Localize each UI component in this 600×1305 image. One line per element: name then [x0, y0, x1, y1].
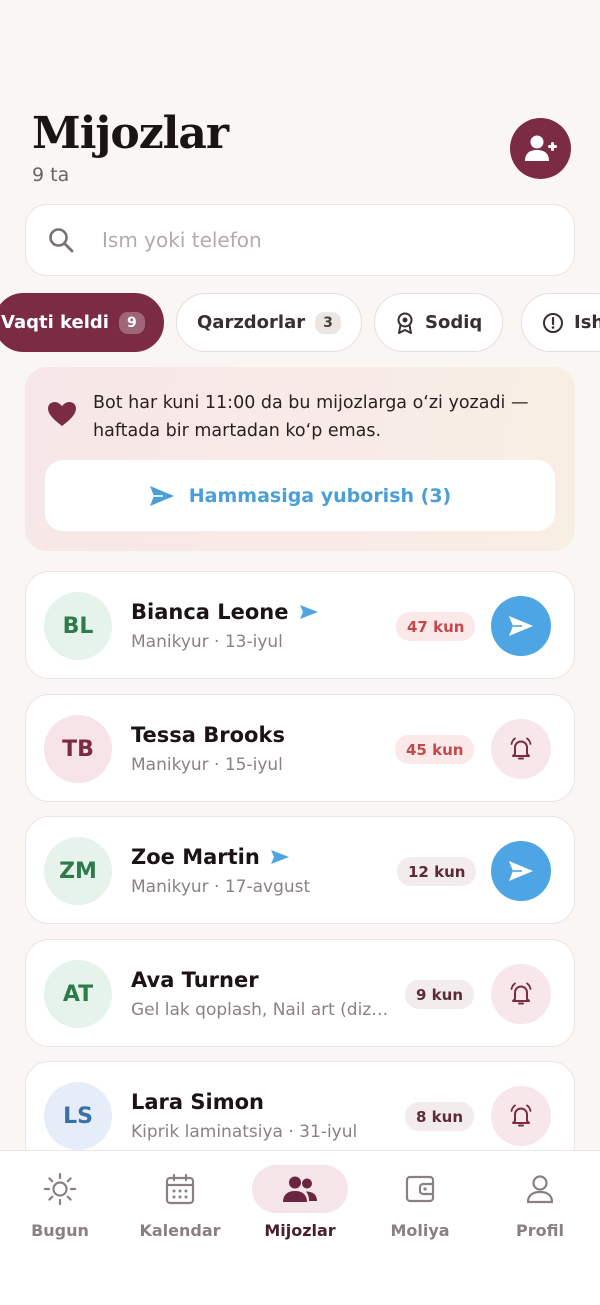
avatar: AT [44, 960, 112, 1028]
filter-chips: Vaqti keldi 9 Qarzdorlar 3 Sodiq Ish [0, 293, 600, 353]
sent-indicator-icon [270, 850, 289, 864]
client-service: Gel lak qoplash, Nail art (dizayn) · 20-… [131, 1000, 393, 1020]
bell-icon [510, 1104, 532, 1127]
wallet-icon [372, 1165, 468, 1213]
avatar: LS [44, 1082, 112, 1150]
search-icon [49, 228, 74, 253]
client-service: Manikyur · 15-iyul [131, 755, 283, 775]
client-count: 9 ta [32, 164, 70, 186]
calendar-icon [132, 1165, 228, 1213]
nav-label: Mijozlar [264, 1221, 336, 1240]
avatar: TB [44, 715, 112, 783]
chip-label: Vaqti keldi [1, 312, 109, 333]
sent-indicator-icon [299, 605, 318, 619]
chip-label: Sodiq [425, 312, 483, 333]
search-bar[interactable] [25, 204, 575, 276]
client-card[interactable]: TB Tessa Brooks Manikyur · 15-iyul 45 ku… [25, 694, 575, 802]
send-icon [149, 485, 174, 506]
client-service: Kiprik laminatsiya · 31-iyul [131, 1122, 358, 1142]
days-badge: 45 kun [395, 735, 475, 764]
page-header: Mijozlar 9 ta [32, 108, 229, 186]
page-title: Mijozlar [32, 108, 229, 159]
add-client-button[interactable] [510, 118, 571, 179]
nav-item-kalendar[interactable]: Kalendar [120, 1165, 240, 1245]
bell-icon [510, 737, 532, 760]
nav-label: Moliya [390, 1221, 450, 1240]
days-badge: 9 kun [405, 980, 474, 1009]
chip-sodiq[interactable]: Sodiq [374, 293, 504, 352]
client-card[interactable]: ZM Zoe Martin Manikyur · 17-avgust 12 ku… [25, 816, 575, 924]
send-message-button[interactable] [491, 596, 551, 656]
sun-icon [12, 1165, 108, 1213]
avatar: ZM [44, 837, 112, 905]
nav-item-bugun[interactable]: Bugun [0, 1165, 120, 1245]
alert-circle-icon [542, 312, 564, 334]
client-name: Tessa Brooks [131, 723, 285, 747]
nav-label: Kalendar [139, 1221, 221, 1240]
send-all-label: Hammasiga yuborish (3) [188, 484, 452, 507]
user-icon [492, 1165, 588, 1213]
search-input[interactable] [102, 228, 522, 252]
chip-label: Ish [574, 312, 600, 333]
bell-icon [510, 982, 532, 1005]
user-plus-icon [524, 135, 557, 161]
client-card[interactable]: AT Ava Turner Gel lak qoplash, Nail art … [25, 939, 575, 1047]
client-service: Manikyur · 17-avgust [131, 877, 311, 897]
chip-ish[interactable]: Ish [521, 293, 600, 352]
days-badge: 12 kun [397, 857, 477, 886]
nav-item-profil[interactable]: Profil [480, 1165, 600, 1245]
chip-qarzdorlar[interactable]: Qarzdorlar 3 [176, 293, 362, 352]
send-message-button[interactable] [491, 841, 551, 901]
remind-button[interactable] [491, 964, 551, 1024]
client-name: Zoe Martin [131, 845, 290, 869]
bottom-nav: Bugun Kalendar Mijozlar Moliya Profil [0, 1150, 600, 1305]
client-name-text: Lara Simon [131, 1090, 264, 1114]
client-service: Manikyur · 13-iyul [131, 632, 283, 652]
client-name-text: Bianca Leone [131, 600, 289, 624]
send-all-button[interactable]: Hammasiga yuborish (3) [45, 460, 555, 531]
send-icon [509, 861, 533, 881]
avatar: BL [44, 592, 112, 660]
remind-button[interactable] [491, 1086, 551, 1146]
client-card[interactable]: BL Bianca Leone Manikyur · 13-iyul 47 ku… [25, 571, 575, 679]
chip-badge: 3 [315, 311, 341, 334]
client-name: Lara Simon [131, 1090, 264, 1114]
client-name-text: Ava Turner [131, 968, 259, 992]
chip-badge: 9 [118, 311, 145, 334]
nav-label: Profil [516, 1221, 564, 1240]
send-icon [509, 616, 533, 636]
remind-button[interactable] [491, 719, 551, 779]
client-name-text: Zoe Martin [131, 845, 260, 869]
client-name: Ava Turner [131, 968, 259, 992]
days-badge: 8 kun [405, 1102, 474, 1131]
heart-icon [48, 402, 76, 426]
client-name-text: Tessa Brooks [131, 723, 285, 747]
users-icon [252, 1165, 348, 1213]
auto-message-banner: Bot har kuni 11:00 da bu mijozlarga o‘zi… [25, 367, 575, 551]
nav-item-moliya[interactable]: Moliya [360, 1165, 480, 1245]
banner-text: Bot har kuni 11:00 da bu mijozlarga o‘zi… [93, 393, 529, 441]
medal-icon [395, 312, 415, 334]
chip-label: Qarzdorlar [197, 312, 306, 333]
client-name: Bianca Leone [131, 600, 319, 624]
nav-label: Bugun [31, 1221, 89, 1240]
chip-vaqti-keldi[interactable]: Vaqti keldi 9 [0, 293, 164, 352]
nav-item-mijozlar[interactable]: Mijozlar [240, 1165, 360, 1245]
days-badge: 47 kun [396, 612, 476, 641]
